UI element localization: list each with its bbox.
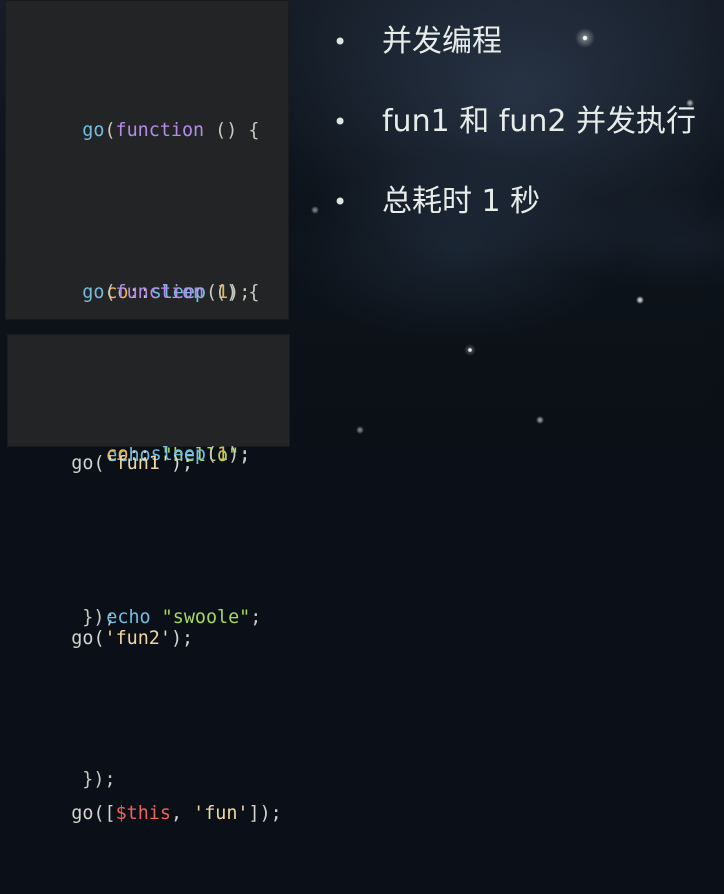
code-token-punctuation: ( (104, 281, 116, 303)
code-block-bottom: go('fun1'); go('fun2'); go([$this, 'fun'… (27, 341, 282, 894)
code-line: go(function () { (38, 244, 261, 342)
code-line: go('fun2'); (27, 586, 282, 691)
code-token-function: go (82, 281, 105, 303)
code-line: go([$this, 'fun']); (27, 761, 282, 866)
bullet-marker: • (333, 28, 348, 56)
bullet-marker: • (333, 108, 348, 136)
bullet-marker: • (333, 188, 348, 216)
code-token-function: go( (71, 453, 105, 474)
bullet-text: fun1 和 fun2 并发执行 (382, 104, 696, 139)
code-token-string: 'fun1' (104, 453, 171, 474)
code-line: go('fun1'); (27, 411, 282, 516)
code-token-punctuation: ); (170, 453, 194, 474)
code-token-function: go (82, 119, 105, 141)
code-token-punctuation: ]); (248, 803, 282, 824)
code-token-punctuation: , (170, 803, 194, 824)
bullet-text: 总耗时 1 秒 (382, 184, 541, 219)
code-token-function: go([ (71, 803, 116, 824)
code-line: go(function () { (38, 82, 259, 180)
code-token-keyword: function (115, 281, 205, 303)
bullet-item-total-time: • 总耗时 1 秒 (333, 179, 724, 259)
slide-bullet-list: • 并发编程 • fun1 和 fun2 并发执行 • 总耗时 1 秒 (333, 19, 724, 259)
code-token-punctuation: ); (170, 628, 194, 649)
code-token-function: go( (71, 628, 105, 649)
bullet-item-concurrency: • 并发编程 (333, 19, 724, 99)
code-token-variable: $this (115, 803, 171, 824)
code-token-keyword: function (115, 119, 205, 141)
code-token-punctuation: () { (204, 281, 260, 303)
code-token-punctuation: () { (204, 119, 260, 141)
bullet-text: 并发编程 (382, 24, 502, 59)
code-token-string: 'fun2' (104, 628, 171, 649)
code-token-string: 'fun' (193, 803, 249, 824)
bullet-item-parallel-functions: • fun1 和 fun2 并发执行 (333, 99, 724, 179)
code-token-punctuation: ( (104, 119, 116, 141)
